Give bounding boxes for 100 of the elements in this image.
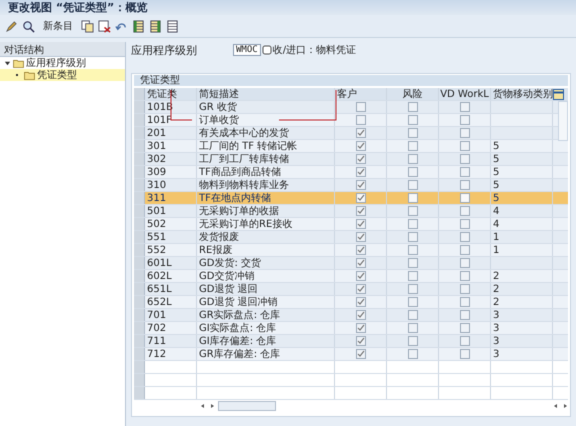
checkbox[interactable] <box>408 154 418 164</box>
checkbox[interactable] <box>356 128 366 138</box>
checkbox[interactable] <box>408 258 418 268</box>
row-selector[interactable] <box>134 101 145 113</box>
table-icon[interactable] <box>149 20 162 32</box>
checkbox[interactable] <box>460 115 470 125</box>
row-selector[interactable] <box>134 218 145 230</box>
row-selector[interactable] <box>134 296 145 308</box>
row-selector[interactable] <box>134 335 145 347</box>
checkbox[interactable] <box>408 232 418 242</box>
checkbox[interactable] <box>460 193 470 203</box>
delete-icon[interactable] <box>98 20 111 32</box>
checkbox[interactable] <box>460 323 470 333</box>
checkbox[interactable] <box>408 336 418 346</box>
checkbox[interactable] <box>356 206 366 216</box>
scroll-right-arrow-icon[interactable] <box>209 403 215 409</box>
checkbox[interactable] <box>460 349 470 359</box>
row-selector[interactable] <box>134 140 145 152</box>
row-selector[interactable] <box>134 205 145 217</box>
select-all-button[interactable] <box>134 88 145 100</box>
checkbox[interactable] <box>408 297 418 307</box>
checkbox[interactable] <box>356 115 366 125</box>
search-icon[interactable] <box>22 20 35 32</box>
checkbox[interactable] <box>356 102 366 112</box>
value-help-icon[interactable] <box>262 45 272 55</box>
tree-item[interactable]: 凭证类型 <box>0 69 125 81</box>
checkbox[interactable] <box>460 232 470 242</box>
checkbox[interactable] <box>356 297 366 307</box>
checkbox[interactable] <box>356 245 366 255</box>
column-header[interactable]: 风险 <box>387 88 439 100</box>
checkbox[interactable] <box>408 349 418 359</box>
column-header[interactable]: VD WorkL <box>439 88 491 100</box>
checkbox[interactable] <box>460 258 470 268</box>
checkbox[interactable] <box>408 271 418 281</box>
table-icon[interactable] <box>132 20 145 32</box>
checkbox[interactable] <box>356 193 366 203</box>
row-selector[interactable] <box>134 283 145 295</box>
checkbox[interactable] <box>356 271 366 281</box>
row-selector[interactable] <box>134 179 145 191</box>
checkbox[interactable] <box>460 206 470 216</box>
checkbox[interactable] <box>460 310 470 320</box>
row-selector[interactable] <box>134 127 145 139</box>
checkbox[interactable] <box>356 258 366 268</box>
checkbox[interactable] <box>356 349 366 359</box>
row-selector[interactable] <box>134 374 145 386</box>
checkbox[interactable] <box>356 219 366 229</box>
copy-icon[interactable] <box>81 20 94 32</box>
row-selector[interactable] <box>134 192 145 204</box>
checkbox[interactable] <box>408 102 418 112</box>
scroll-right-arrow-icon[interactable] <box>562 403 568 409</box>
checkbox[interactable] <box>460 141 470 151</box>
checkbox[interactable] <box>356 284 366 294</box>
pencil-icon[interactable] <box>5 20 18 32</box>
checkbox[interactable] <box>460 219 470 229</box>
expand-arrow-icon[interactable] <box>4 60 11 66</box>
checkbox[interactable] <box>408 115 418 125</box>
checkbox[interactable] <box>408 219 418 229</box>
row-selector[interactable] <box>134 348 145 360</box>
checkbox[interactable] <box>460 336 470 346</box>
checkbox[interactable] <box>408 167 418 177</box>
checkbox[interactable] <box>460 245 470 255</box>
scroll-thumb[interactable] <box>218 401 276 411</box>
checkbox[interactable] <box>408 193 418 203</box>
row-selector[interactable] <box>134 270 145 282</box>
column-header[interactable]: 简短描述 <box>197 88 335 100</box>
checkbox[interactable] <box>408 180 418 190</box>
checkbox[interactable] <box>408 128 418 138</box>
checkbox[interactable] <box>408 141 418 151</box>
checkbox[interactable] <box>460 128 470 138</box>
row-selector[interactable] <box>134 153 145 165</box>
checkbox[interactable] <box>356 167 366 177</box>
tree-item[interactable]: 应用程序级别 <box>0 57 125 69</box>
column-settings-icon[interactable] <box>553 88 564 100</box>
checkbox[interactable] <box>408 323 418 333</box>
checkbox[interactable] <box>460 271 470 281</box>
checkbox[interactable] <box>460 180 470 190</box>
row-selector[interactable] <box>134 361 145 373</box>
checkbox[interactable] <box>356 310 366 320</box>
checkbox[interactable] <box>356 180 366 190</box>
row-selector[interactable] <box>134 231 145 243</box>
checkbox[interactable] <box>460 154 470 164</box>
row-selector[interactable] <box>134 166 145 178</box>
checkbox[interactable] <box>356 336 366 346</box>
checkbox[interactable] <box>408 284 418 294</box>
vertical-scrollbar[interactable] <box>558 101 568 141</box>
checkbox[interactable] <box>460 102 470 112</box>
new-entries-button[interactable]: 新条目 <box>39 19 77 33</box>
scroll-left-arrow-icon[interactable] <box>553 403 559 409</box>
row-selector[interactable] <box>134 244 145 256</box>
row-selector[interactable] <box>134 257 145 269</box>
input-field[interactable]: WMOC <box>233 44 261 56</box>
checkbox[interactable] <box>460 284 470 294</box>
row-selector[interactable] <box>134 322 145 334</box>
row-selector[interactable] <box>134 309 145 321</box>
checkbox[interactable] <box>356 154 366 164</box>
checkbox[interactable] <box>356 232 366 242</box>
scroll-left-arrow-icon[interactable] <box>200 403 206 409</box>
row-selector[interactable] <box>134 387 145 399</box>
column-header[interactable]: 客户 <box>335 88 387 100</box>
checkbox[interactable] <box>356 323 366 333</box>
